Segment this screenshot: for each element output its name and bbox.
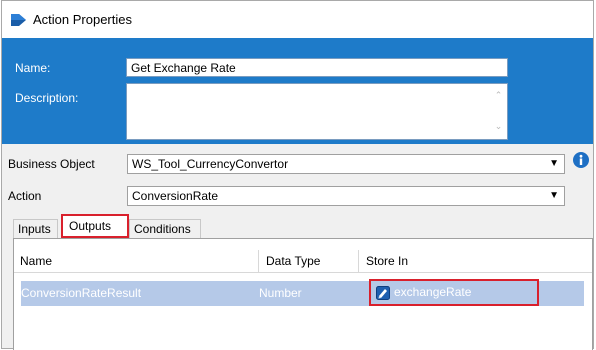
name-input[interactable] — [126, 58, 508, 77]
action-value: ConversionRate — [132, 189, 219, 203]
table-row[interactable]: ConversionRateResult Number exchangeRate — [21, 279, 584, 306]
cell-store-in: exchangeRate — [394, 285, 472, 299]
outputs-grid: Name Data Type Store In ConversionRateRe… — [13, 238, 593, 350]
store-in-highlight[interactable]: exchangeRate — [369, 279, 539, 306]
description-label: Description: — [15, 91, 79, 105]
name-label: Name: — [15, 61, 51, 75]
tab-inputs[interactable]: Inputs — [13, 219, 58, 238]
action-properties-window: Action Properties Name: Description: ⌃ ⌄… — [1, 0, 594, 350]
chevron-down-icon[interactable]: ▼ — [549, 190, 559, 201]
tab-inputs-label: Inputs — [18, 222, 51, 236]
business-object-value: WS_Tool_CurrencyConvertor — [132, 157, 289, 171]
column-divider[interactable] — [358, 250, 359, 272]
column-header-name[interactable]: Name — [20, 254, 52, 268]
action-label: Action — [8, 189, 42, 203]
column-divider[interactable] — [258, 250, 259, 272]
scroll-up-icon[interactable]: ⌃ — [494, 91, 503, 100]
tab-conditions-label: Conditions — [134, 222, 191, 236]
window-title: Action Properties — [33, 12, 132, 27]
data-item-icon — [376, 286, 390, 300]
grid-header: Name Data Type Store In — [14, 250, 592, 273]
cell-data-type: Number — [259, 286, 302, 300]
header-panel: Name: Description: ⌃ ⌄ — [2, 38, 593, 144]
tab-conditions[interactable]: Conditions — [129, 219, 201, 238]
tab-outputs-label: Outputs — [69, 219, 112, 233]
scroll-down-icon[interactable]: ⌄ — [494, 122, 503, 131]
business-object-dropdown[interactable]: WS_Tool_CurrencyConvertor ▼ — [127, 154, 565, 174]
column-header-store-in[interactable]: Store In — [366, 254, 408, 268]
tab-outputs[interactable]: Outputs — [61, 214, 129, 238]
action-diamond-icon — [11, 14, 26, 26]
column-header-data-type[interactable]: Data Type — [266, 254, 320, 268]
chevron-down-icon[interactable]: ▼ — [549, 158, 559, 169]
info-icon[interactable] — [573, 152, 589, 168]
cell-name: ConversionRateResult — [21, 286, 142, 300]
business-object-label: Business Object — [8, 157, 95, 171]
title-bar: Action Properties — [2, 1, 593, 39]
description-scrollbar[interactable]: ⌃ ⌄ — [490, 84, 507, 139]
action-dropdown[interactable]: ConversionRate ▼ — [127, 186, 565, 206]
description-textarea[interactable]: ⌃ ⌄ — [126, 83, 508, 140]
